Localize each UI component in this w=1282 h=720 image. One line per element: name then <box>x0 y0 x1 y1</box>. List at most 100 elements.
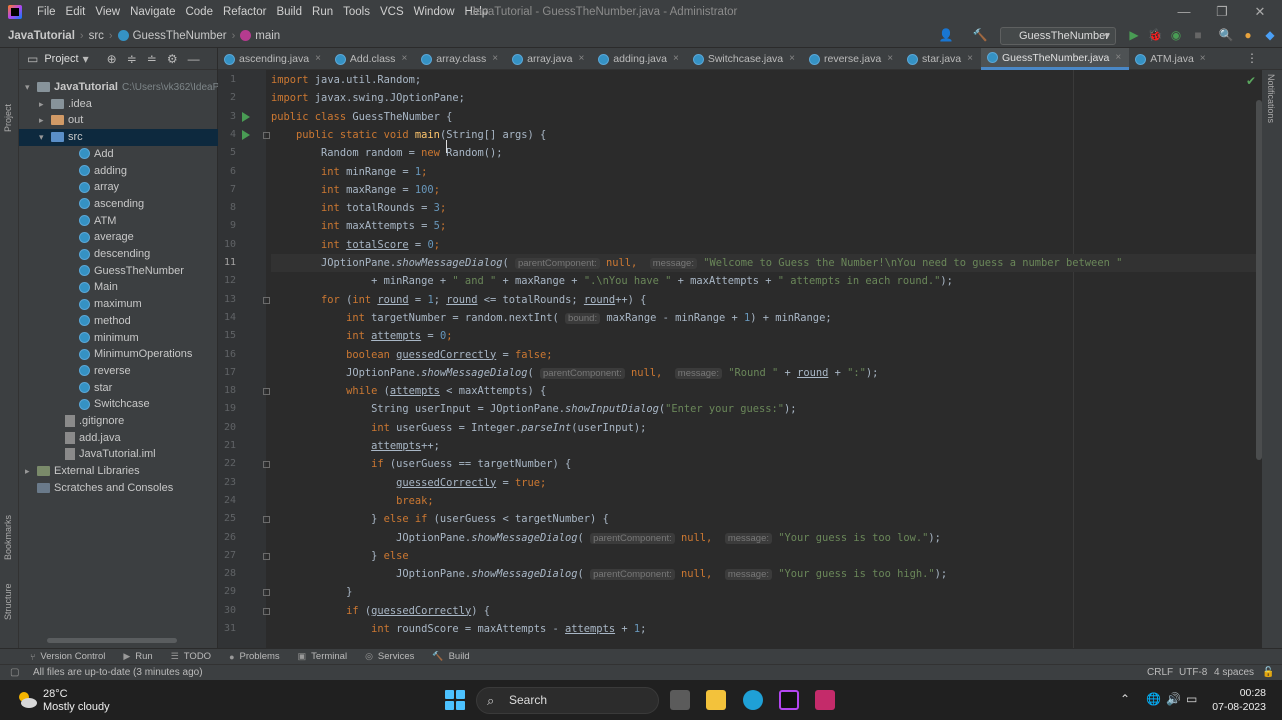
code-line-14[interactable]: int targetNumber = random.nextInt( bound… <box>271 309 832 327</box>
line-number[interactable]: 24 <box>218 495 236 506</box>
code-line-19[interactable]: String userInput = JOptionPane.showInput… <box>271 400 796 418</box>
tree-item[interactable]: minimum <box>19 330 218 347</box>
project-panel-title[interactable]: Project <box>44 53 78 65</box>
tree-item[interactable]: descending <box>19 246 218 263</box>
breadcrumb-method[interactable]: main <box>240 30 280 42</box>
line-number[interactable]: 28 <box>218 568 236 579</box>
code-line-27[interactable]: } else <box>271 547 409 565</box>
line-number[interactable]: 21 <box>218 440 236 451</box>
close-tab-icon[interactable]: × <box>401 48 407 70</box>
tree-item[interactable]: Switchcase <box>19 396 218 413</box>
close-tab-icon[interactable]: × <box>492 48 498 70</box>
code-line-16[interactable]: boolean guessedCorrectly = false; <box>271 346 552 364</box>
line-number[interactable]: 11 <box>218 257 236 268</box>
line-separator[interactable]: CRLF <box>1147 665 1173 681</box>
editor-tab[interactable]: ascending.java × <box>218 48 329 70</box>
line-number[interactable]: 22 <box>218 458 236 469</box>
taskbar-search[interactable]: ⌕ Search <box>476 687 659 714</box>
editor-tab[interactable]: array.class × <box>415 48 506 70</box>
tree-item[interactable]: ▾ JavaTutorial C:\Users\vk362\IdeaPro <box>19 79 218 96</box>
tree-item[interactable]: add.java <box>19 430 218 447</box>
intellij-logo-icon[interactable] <box>8 5 22 19</box>
weather-temperature[interactable]: 28°C <box>43 688 68 700</box>
run-gutter-icon[interactable] <box>242 129 250 140</box>
build-hammer-icon[interactable]: 🔨 <box>972 27 988 43</box>
tree-item[interactable]: Add <box>19 146 218 163</box>
bookmarks-tool-tab[interactable]: Bookmarks <box>3 515 13 560</box>
fold-marker-icon[interactable] <box>263 296 270 304</box>
tree-item[interactable]: ATM <box>19 213 218 230</box>
services-button[interactable]: ◎ Services <box>365 651 414 662</box>
project-tool-tab[interactable]: Project <box>3 104 13 132</box>
recorder-app-icon[interactable] <box>815 690 835 710</box>
layout-icon[interactable]: ▢ <box>10 667 19 678</box>
run-gutter-icon[interactable] <box>242 111 250 122</box>
code-line-6[interactable]: int minRange = 1; <box>271 163 427 181</box>
code-line-22[interactable]: if (userGuess == targetNumber) { <box>271 455 571 473</box>
close-tab-icon[interactable]: × <box>967 48 973 70</box>
fold-marker-icon[interactable] <box>263 589 270 597</box>
weather-description[interactable]: Mostly cloudy <box>43 701 110 713</box>
code-line-18[interactable]: while (attempts < maxAttempts) { <box>271 382 546 400</box>
tree-item[interactable]: ▸ out <box>19 112 218 129</box>
code-line-5[interactable]: Random random = new Random(); <box>271 144 502 162</box>
tree-item[interactable]: Main <box>19 279 218 296</box>
line-number[interactable]: 18 <box>218 385 236 396</box>
line-number[interactable]: 20 <box>218 422 236 433</box>
menu-navigate[interactable]: Navigate <box>125 0 180 24</box>
close-tab-icon[interactable]: × <box>789 48 795 70</box>
fold-marker-icon[interactable] <box>263 552 270 560</box>
todo-button[interactable]: ☰ TODO <box>171 651 211 662</box>
menu-edit[interactable]: Edit <box>61 0 91 24</box>
expand-all-icon[interactable]: ≑ <box>127 52 137 66</box>
close-tab-icon[interactable]: × <box>578 48 584 70</box>
battery-icon[interactable]: ▭ <box>1186 692 1197 706</box>
gear-icon[interactable]: ⚙ <box>167 52 178 66</box>
jetbrains-ai-icon[interactable]: ◆ <box>1262 27 1278 43</box>
tree-item[interactable]: maximum <box>19 296 218 313</box>
inspection-ok-icon[interactable]: ✔ <box>1246 74 1256 88</box>
editor-tab[interactable]: adding.java × <box>592 48 687 70</box>
code-line-4[interactable]: public static void main(String[] args) { <box>271 126 546 144</box>
code-line-30[interactable]: if (guessedCorrectly) { <box>271 602 490 620</box>
editor-tab[interactable]: star.java × <box>901 48 981 70</box>
tree-item[interactable]: method <box>19 313 218 330</box>
fold-marker-icon[interactable] <box>263 388 270 396</box>
tree-item[interactable]: reverse <box>19 363 218 380</box>
code-editor[interactable]: 1 2 3 4 5 6 7 8 9 10 11 12 13 14 15 16 17 18 19 20 21 22 23 24 2… <box>218 70 1282 648</box>
tree-item[interactable]: MinimumOperations <box>19 346 218 363</box>
code-line-31[interactable]: int roundScore = maxAttempts - attempts … <box>271 620 646 638</box>
tree-item[interactable]: .gitignore <box>19 413 218 430</box>
run-tool-button[interactable]: ▶ Run <box>123 651 152 662</box>
code-line-15[interactable]: int attempts = 0; <box>271 327 452 345</box>
chevron-down-icon[interactable]: ▾ <box>25 79 37 96</box>
horizontal-scrollbar[interactable] <box>47 638 177 643</box>
line-number[interactable]: 1 <box>218 74 236 85</box>
editor-tab[interactable]: reverse.java × <box>803 48 901 70</box>
structure-tool-tab[interactable]: Structure <box>3 583 13 620</box>
menu-tools[interactable]: Tools <box>338 0 375 24</box>
tree-item[interactable]: ▾ src <box>19 129 218 146</box>
line-number[interactable]: 14 <box>218 312 236 323</box>
line-number[interactable]: 6 <box>218 166 236 177</box>
search-icon[interactable]: 🔍 <box>1218 27 1234 43</box>
close-tab-icon[interactable]: × <box>1115 47 1121 69</box>
chevron-down-icon[interactable]: ▾ <box>83 52 89 66</box>
line-number[interactable]: 15 <box>218 330 236 341</box>
code-line-28[interactable]: JOptionPane.showMessageDialog( parentCom… <box>271 565 947 583</box>
code-line-8[interactable]: int totalRounds = 3; <box>271 199 446 217</box>
chevron-up-icon[interactable]: ⌃ <box>1120 692 1130 706</box>
line-number[interactable]: 4 <box>218 129 236 140</box>
more-tabs-icon[interactable]: ⋮ <box>1246 51 1258 65</box>
menu-run[interactable]: Run <box>307 0 338 24</box>
menu-code[interactable]: Code <box>180 0 218 24</box>
update-icon[interactable]: ● <box>1240 27 1256 43</box>
code-line-23[interactable]: guessedCorrectly = true; <box>271 474 546 492</box>
fold-marker-icon[interactable] <box>263 607 270 615</box>
line-number[interactable]: 10 <box>218 239 236 250</box>
close-tab-icon[interactable]: × <box>673 48 679 70</box>
line-number[interactable]: 3 <box>218 111 236 122</box>
tree-item[interactable]: adding <box>19 163 218 180</box>
menu-refactor[interactable]: Refactor <box>218 0 271 24</box>
code-line-10[interactable]: int totalScore = 0; <box>271 236 440 254</box>
